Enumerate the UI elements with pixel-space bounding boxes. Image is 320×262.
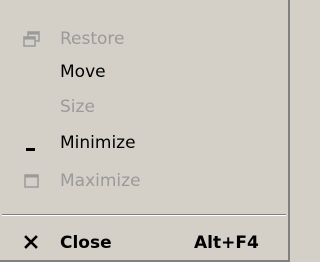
- menu-item-label: Close: [60, 233, 112, 253]
- minimize-icon: [22, 133, 42, 153]
- menu-item-maximize: Maximize: [0, 162, 288, 200]
- menu-item-move[interactable]: Move: [0, 53, 288, 91]
- menu-item-close[interactable]: Close Alt+F4: [0, 224, 288, 262]
- menu-item-label: Maximize: [60, 171, 141, 191]
- menu-item-size: Size: [0, 88, 288, 126]
- system-menu: Restore Move Size Minimize Maximize Clos…: [0, 0, 290, 262]
- menu-item-label: Minimize: [60, 133, 136, 153]
- menu-item-label: Size: [60, 97, 95, 117]
- shortcut-label: Alt+F4: [194, 233, 259, 253]
- maximize-icon: [22, 171, 42, 191]
- close-icon: [22, 233, 42, 253]
- menu-item-label: Move: [60, 62, 106, 82]
- menu-separator: [2, 214, 286, 216]
- menu-item-label: Restore: [60, 29, 125, 49]
- menu-item-minimize[interactable]: Minimize: [0, 124, 288, 162]
- restore-icon: [22, 29, 42, 49]
